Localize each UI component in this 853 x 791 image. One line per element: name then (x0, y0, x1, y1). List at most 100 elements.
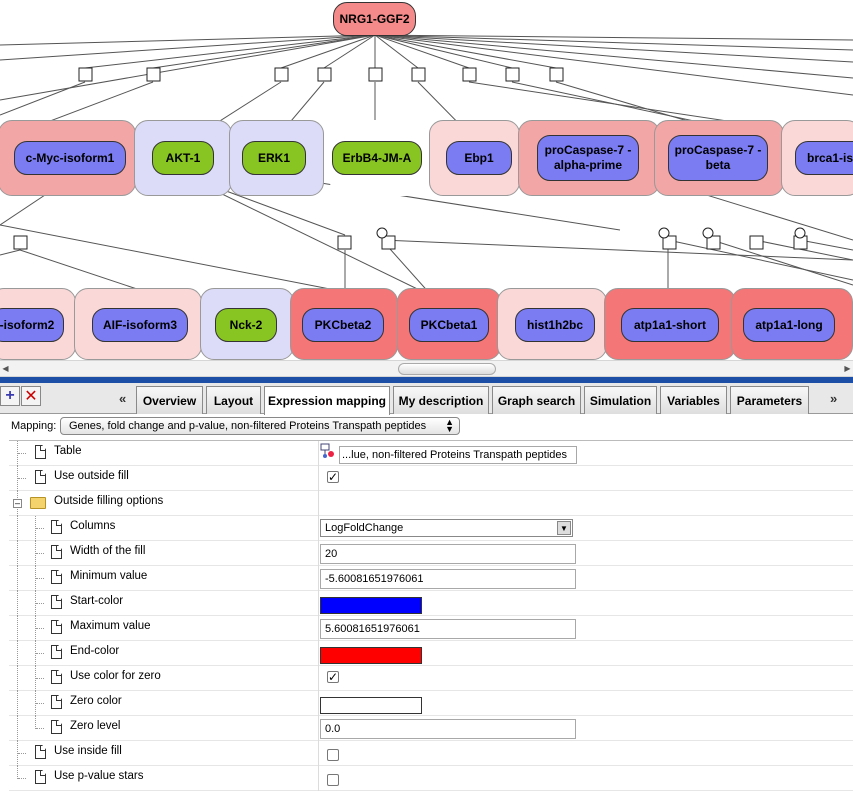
graph-node[interactable]: AIF-isoform3 (92, 308, 188, 342)
prop-row-maximum: Maximum value 5.60081651976061 (9, 616, 853, 641)
graph-node-label: Ebp1 (464, 150, 494, 165)
prop-row-table: Table ...lue, non-filtered Proteins Tran… (9, 441, 853, 466)
document-icon (51, 545, 62, 559)
graph-node-label: -isoform2 (0, 317, 55, 332)
tab-overview[interactable]: Overview (136, 386, 203, 414)
use-pvalue-stars-checkbox[interactable] (327, 774, 339, 786)
use-outside-fill-checkbox[interactable]: ✓ (327, 471, 339, 483)
horizontal-scrollbar[interactable]: ◀ ▶ (0, 360, 853, 377)
columns-select[interactable]: LogFoldChange ▼ (320, 519, 573, 537)
node-root[interactable]: NRG1-GGF2 (333, 2, 416, 36)
prop-label: Zero level (70, 720, 121, 732)
width-input[interactable]: 20 (320, 544, 576, 564)
prop-label: Use inside fill (54, 745, 122, 757)
document-icon (51, 595, 62, 609)
prop-row-outside-filling-options[interactable]: – Outside filling options (9, 491, 853, 516)
mapping-row: Mapping: Genes, fold change and p-value,… (0, 415, 853, 439)
prop-label: Use color for zero (70, 670, 161, 682)
graph-node[interactable]: proCaspase-7 -beta (668, 135, 768, 181)
document-icon (35, 445, 46, 459)
folder-open-icon (30, 497, 46, 509)
columns-select-value: LogFoldChange (325, 522, 404, 534)
graph-node[interactable]: -isoform2 (0, 308, 64, 342)
document-icon (35, 770, 46, 784)
tab-expression-mapping[interactable]: Expression mapping (264, 386, 390, 415)
use-inside-fill-checkbox[interactable] (327, 749, 339, 761)
updown-arrows-icon: ▲ ▼ (445, 417, 454, 434)
node-root-label: NRG1-GGF2 (339, 11, 410, 26)
graph-node[interactable]: PKCbeta1 (409, 308, 489, 342)
mapping-label: Mapping: (11, 420, 57, 432)
document-icon (51, 645, 62, 659)
plus-icon[interactable]: + (0, 386, 20, 406)
graph-node[interactable]: hist1h2bc (515, 308, 595, 342)
maximum-value-input[interactable]: 5.60081651976061 (320, 619, 576, 639)
graph-node[interactable]: PKCbeta2 (302, 308, 384, 342)
graph-node-label: AIF-isoform3 (102, 317, 177, 332)
tabs-prev-icon[interactable]: « (119, 391, 126, 406)
mapping-select[interactable]: Genes, fold change and p-value, non-filt… (60, 417, 460, 435)
prop-label: Use p-value stars (54, 770, 144, 782)
tab-parameters[interactable]: Parameters (730, 386, 809, 414)
graph-node-label: PKCbeta1 (420, 317, 478, 332)
graph-node-label: Nck-2 (229, 317, 263, 332)
collapse-minus-icon[interactable]: – (13, 499, 22, 508)
prop-label: Table (54, 445, 82, 457)
prop-label: Zero color (70, 695, 122, 707)
graph-node[interactable]: brca1-is (795, 141, 853, 175)
properties-table: Table ...lue, non-filtered Proteins Tran… (9, 440, 853, 791)
remove-x-icon[interactable]: ✕ (21, 386, 41, 406)
graph-node-label: proCaspase-7 -alpha-prime (544, 143, 632, 172)
prop-row-use-pvalue-stars: Use p-value stars (9, 766, 853, 791)
document-icon (35, 470, 46, 484)
graph-canvas[interactable]: NRG1-GGF2 c-Myc-isoform1 AKT-1 ERK1 ErbB4-J… (0, 0, 853, 360)
tab-my-description[interactable]: My description (393, 386, 489, 414)
tab-variables[interactable]: Variables (660, 386, 727, 414)
prop-label: Outside filling options (54, 495, 164, 507)
graph-node-label: atp1a1-long (755, 317, 823, 332)
scroll-left-icon[interactable]: ◀ (0, 363, 11, 375)
prop-label: Start-color (70, 595, 124, 607)
graph-node-label: proCaspase-7 -beta (674, 143, 762, 172)
scrollbar-thumb[interactable] (398, 363, 496, 375)
tabs-next-icon[interactable]: » (830, 391, 837, 406)
graph-node[interactable]: c-Myc-isoform1 (14, 141, 126, 175)
graph-node-label: AKT-1 (165, 150, 201, 165)
graph-node[interactable]: AKT-1 (152, 141, 214, 175)
prop-label: Columns (70, 520, 116, 532)
graph-node[interactable]: proCaspase-7 -alpha-prime (537, 135, 639, 181)
graph-node-label: hist1h2bc (526, 317, 583, 332)
prop-label: Width of the fill (70, 545, 146, 557)
prop-row-minimum: Minimum value -5.60081651976061 (9, 566, 853, 591)
dropdown-arrow-icon[interactable]: ▼ (557, 521, 571, 535)
document-icon (51, 620, 62, 634)
graph-node[interactable]: Nck-2 (215, 308, 277, 342)
end-color-swatch[interactable] (320, 647, 422, 664)
use-color-zero-checkbox[interactable]: ✓ (327, 671, 339, 683)
graph-node[interactable]: atp1a1-long (743, 308, 835, 342)
graph-node[interactable]: ErbB4-JM-A (332, 141, 422, 175)
table-field[interactable]: ...lue, non-filtered Proteins Transpath … (320, 443, 577, 464)
prop-label: Minimum value (70, 570, 148, 582)
tab-simulation[interactable]: Simulation (584, 386, 657, 414)
scroll-right-icon[interactable]: ▶ (842, 363, 853, 375)
minimum-value-input[interactable]: -5.60081651976061 (320, 569, 576, 589)
zero-level-input[interactable]: 0.0 (320, 719, 576, 739)
tab-bar: + ✕ « Overview Layout Expression mapping… (0, 383, 853, 415)
tab-graph-search[interactable]: Graph search (492, 386, 581, 414)
tab-layout[interactable]: Layout (206, 386, 261, 414)
document-icon (51, 570, 62, 584)
graph-node[interactable]: atp1a1-short (621, 308, 719, 342)
prop-label: Maximum value (70, 620, 151, 632)
start-color-swatch[interactable] (320, 597, 422, 614)
graph-node-label: c-Myc-isoform1 (25, 150, 115, 165)
mapping-select-value: Genes, fold change and p-value, non-filt… (69, 420, 427, 432)
prop-row-width: Width of the fill 20 (9, 541, 853, 566)
table-tree-icon (320, 443, 334, 458)
graph-node[interactable]: ERK1 (242, 141, 306, 175)
zero-color-swatch[interactable] (320, 697, 422, 714)
prop-row-zero-color: Zero color (9, 691, 853, 716)
graph-node[interactable]: Ebp1 (446, 141, 512, 175)
table-value[interactable]: ...lue, non-filtered Proteins Transpath … (339, 446, 577, 464)
graph-node-label: brca1-is (806, 150, 853, 165)
